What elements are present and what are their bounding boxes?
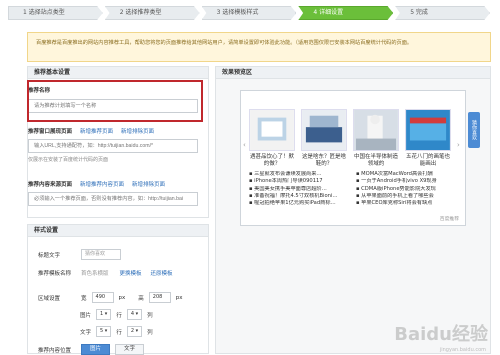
image-label: 图片 — [80, 312, 92, 319]
news-item[interactable]: ▪ 苹果CEO库克称Siri将会有缺点 — [356, 200, 457, 207]
height-unit: px — [175, 294, 183, 301]
add-content-page-link[interactable]: 新增推荐内容页面 — [80, 180, 124, 188]
thumb-caption: 这是啥东？匠是啥鞋的？ — [301, 154, 346, 167]
window-field: 推荐窗口展现页面 新增推荐页面 新增排除页面 仅展示在安装了百度统计代码的页面 — [28, 127, 208, 163]
thumb-image — [353, 109, 399, 151]
step-3: 3 选择模板样式 — [201, 6, 297, 20]
window-label: 推荐窗口展现页面 — [28, 129, 73, 135]
thumb-caption: 五花八门的画笔也能画出 — [405, 154, 450, 167]
prev-arrow-icon[interactable]: ‹ — [243, 141, 249, 151]
image-rows-select[interactable]: 1 ▾ — [96, 309, 112, 320]
image-grid-row: 图片 1 ▾ 行 4 ▾ 列 — [80, 309, 153, 320]
watermark: Baidu经验 — [394, 324, 488, 345]
thumb-list: 遇甚品饮心了！默的做？ 这是啥东？匠是啥鞋的？ 中国在半导体制造领域的 五花八门… — [241, 91, 465, 168]
preview-title: 效果预览区 — [216, 67, 490, 79]
content-field: 推荐内容来源页面 新增推荐内容页面 新增排除页面 — [28, 180, 208, 206]
height-input[interactable]: 208 — [148, 292, 171, 303]
image-cols-select[interactable]: 4 ▾ — [126, 309, 143, 320]
step-2: 2 选择推荐类型 — [104, 6, 200, 20]
area-label: 区域设置 — [38, 295, 61, 302]
text-cols-unit: 列 — [147, 329, 153, 336]
thumb-item[interactable]: 五花八门的画笔也能画出 — [405, 109, 451, 168]
title-input[interactable]: 猜你喜欢 — [81, 249, 121, 260]
content-label: 推荐内容来源页面 — [28, 182, 73, 188]
window-hint: 仅展示在安装了百度统计代码的页面 — [28, 157, 109, 163]
image-rows-unit: 行 — [116, 312, 122, 319]
text-cols-select[interactable]: 2 ▾ — [126, 326, 143, 337]
preview-widget: ‹ › 遇甚品饮心了！默的做？ 这是啥东？匠是啥鞋的？ 中国在半导体制造领域的 … — [240, 90, 466, 226]
text-grid-row: 文字 5 ▾ 行 2 ▾ 列 — [80, 326, 153, 337]
image-cols-unit: 列 — [147, 312, 153, 319]
thumb-caption: 遇甚品饮心了！默的做？ — [249, 154, 294, 167]
restore-template-link[interactable]: 还原模板 — [151, 269, 173, 277]
title-label: 标题文字 — [38, 252, 61, 259]
width-label: 宽 — [81, 295, 87, 302]
add-exclude-page-link[interactable]: 新增排除页面 — [121, 127, 154, 135]
template-value: 首色系横版 — [81, 271, 109, 277]
thumb-image — [249, 109, 295, 151]
position-label: 推荐内容位置 — [38, 347, 72, 354]
position-row: 推荐内容位置 图片 文字 — [38, 344, 145, 355]
news-item[interactable]: ▪ 美国美女携手美苹面尊店超阶… — [249, 186, 350, 193]
width-input[interactable]: 490 — [91, 292, 114, 303]
watermark-url: jingyan.baidu.com — [439, 347, 486, 353]
width-unit: px — [118, 294, 126, 301]
step-1: 1 选择站点类型 — [8, 6, 103, 20]
step-4-active: 4 详细设置 — [298, 6, 394, 20]
news-item[interactable]: ▪ MOMA次富MacWord高会打酬 — [356, 171, 457, 178]
text-rows-unit: 行 — [116, 329, 122, 336]
thumb-image — [301, 109, 347, 151]
template-label: 推荐模板名称 — [38, 271, 72, 277]
next-arrow-icon[interactable]: › — [457, 141, 463, 151]
content-url-input[interactable] — [28, 192, 198, 206]
position-text-button[interactable]: 文字 — [115, 344, 145, 355]
style-settings-title: 样式设置 — [28, 225, 208, 237]
news-item[interactable]: ▪ 一页于Android手机vivo X9现身 — [356, 178, 457, 185]
step-bar: 1 选择站点类型 2 选择推荐类型 3 选择模板样式 4 详细设置 5 完成 — [0, 0, 500, 24]
thumb-item[interactable]: 这是啥东？匠是啥鞋的？ — [301, 109, 347, 168]
news-item[interactable]: ▪ iPhone本周热门导读090117 — [249, 178, 350, 185]
template-row: 推荐模板名称 首色系横版 更换模板 还原模板 — [38, 269, 173, 277]
change-template-link[interactable]: 更换模板 — [120, 269, 142, 277]
add-recommend-page-link[interactable]: 新增推荐页面 — [80, 127, 113, 135]
news-item[interactable]: ▪ 三星就发布会谦续发展尚来… — [249, 171, 350, 178]
basic-settings-title: 推荐基本设置 — [28, 67, 208, 79]
thumb-item[interactable]: 遇甚品饮心了！默的做？ — [249, 109, 295, 168]
preview-footer: 百度推荐 — [439, 217, 459, 222]
area-row: 区域设置 宽 490 px 高 208 px — [38, 292, 183, 303]
text-rows-select[interactable]: 5 ▾ — [96, 326, 112, 337]
news-item[interactable]: ▪ CDMA版iPhone势能影院大发现 — [356, 186, 457, 193]
position-image-button[interactable]: 图片 — [81, 344, 111, 355]
news-item[interactable]: ▪ 准备祝福！摩托4.5寸双核机Bioni… — [249, 193, 350, 200]
guess-you-like-tab[interactable]: 猜你喜欢 — [468, 112, 480, 148]
add-content-exclude-link[interactable]: 新增排除页面 — [132, 180, 165, 188]
thumb-item[interactable]: 中国在半导体制造领域的 — [353, 109, 399, 168]
step-5: 5 完成 — [395, 6, 490, 20]
notice-banner: 百度推荐是百度推出的网站内容推荐工具，帮助您将您的页面推荐给其他网站用户，请简单… — [27, 32, 491, 62]
thumb-image — [405, 109, 451, 151]
news-item[interactable]: ▪ 从苹果面前的手机上看了哪些会 — [356, 193, 457, 200]
news-item[interactable]: ▪ 喔冠拍绝苹果1亿元购买iPad商标… — [249, 200, 350, 207]
title-row: 标题文字 猜你喜欢 — [38, 249, 121, 260]
news-list: ▪ 三星就发布会谦续发展尚来… ▪ MOMA次富MacWord高会打酬 ▪ iP… — [241, 168, 465, 207]
text-label: 文字 — [80, 329, 92, 336]
window-url-input[interactable] — [28, 139, 198, 153]
highlight-box — [27, 80, 203, 122]
height-label: 高 — [138, 295, 144, 302]
thumb-caption: 中国在半导体制造领域的 — [353, 154, 398, 167]
